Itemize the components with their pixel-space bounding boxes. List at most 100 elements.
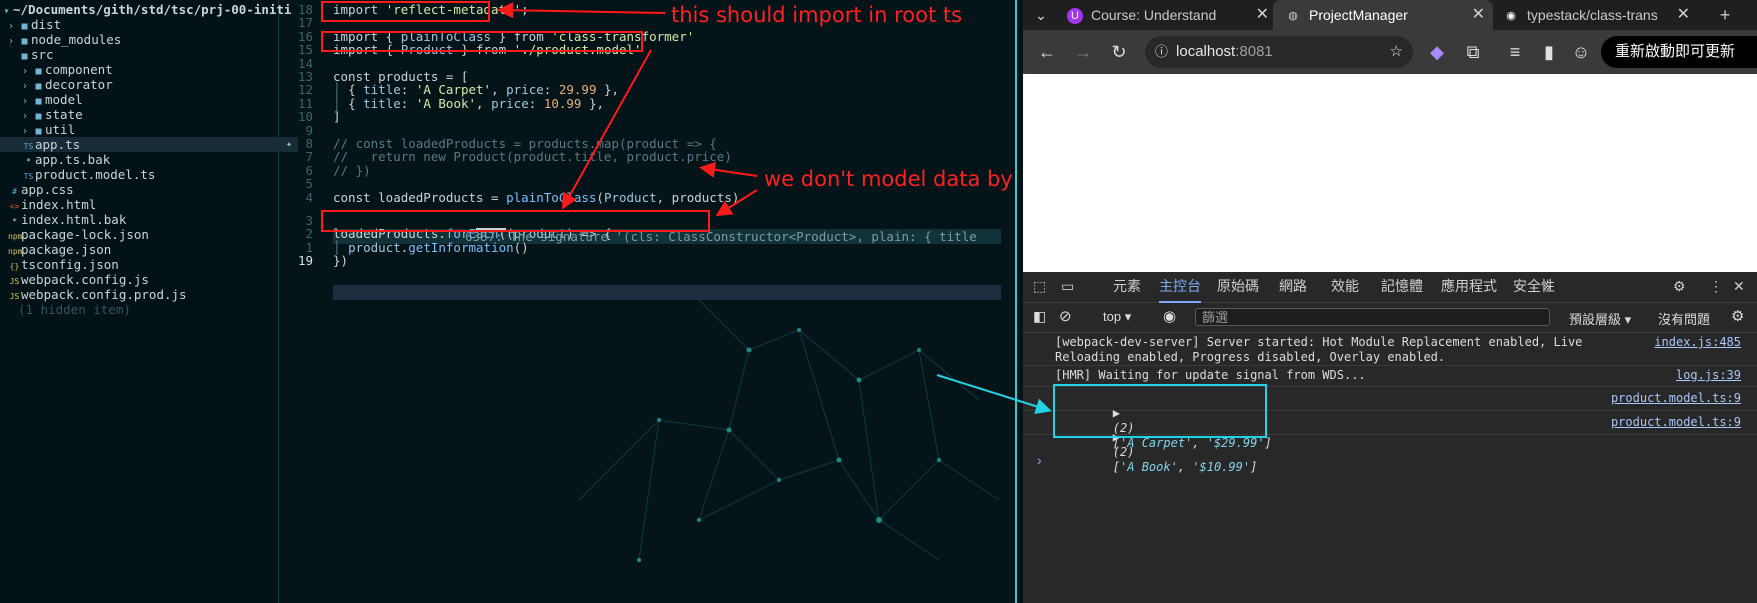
- console-settings-icon[interactable]: ⚙: [1731, 307, 1744, 325]
- issues-counter[interactable]: 沒有問題: [1658, 309, 1710, 328]
- tree-item[interactable]: <> index.html: [0, 197, 284, 212]
- globe-icon: ◍: [1288, 10, 1298, 23]
- tree-item-label: decorator: [45, 77, 113, 92]
- close-devtools-icon[interactable]: ✕: [1733, 272, 1745, 301]
- more-tabs-icon[interactable]: »: [1543, 272, 1551, 301]
- device-toolbar-icon[interactable]: ▭: [1061, 272, 1074, 301]
- sidebar-toggle-icon[interactable]: ◧: [1033, 308, 1046, 325]
- log-levels-dropdown[interactable]: 預設層級 ▾: [1569, 309, 1631, 328]
- console-toolbar: ◧ ⊘ top ▾ ◉ 篩選 預設層級 ▾ 沒有問題 ⚙: [1023, 302, 1757, 333]
- relaunch-update-button[interactable]: 重新啟動即可更新: [1601, 36, 1757, 68]
- code-editor[interactable]: 18 17 16 15 14 13 12 11 10 9 8 7 6 5 4 3 2 1 19 import 're…: [279, 0, 1159, 603]
- browser-toolbar: ← → ↻ ⓘ localhost:8081 ☆ ◆ ⧉ ≡ ▮ ☺ 重新啟動即可…: [1023, 30, 1757, 74]
- devtools-tab[interactable]: 記憶體: [1381, 272, 1423, 301]
- live-expression-eye-icon[interactable]: ◉: [1163, 307, 1176, 325]
- more-options-icon[interactable]: ⋮: [1709, 272, 1723, 301]
- close-icon[interactable]: ✕: [1677, 0, 1690, 30]
- devtools-tab-bar: ⬚ ▭ 元素 主控台 原始碼 網路 效能 記憶體 應用程式 安全性 » ⚙ ⋮ ✕: [1023, 272, 1757, 303]
- close-icon[interactable]: ✕: [1472, 0, 1485, 30]
- tree-item[interactable]: › ■ state: [0, 107, 298, 122]
- console-message: [webpack-dev-server] Server started: Hot…: [1023, 332, 1757, 366]
- arrow-to-loaded: [715, 189, 758, 217]
- context-selector[interactable]: top ▾: [1103, 309, 1131, 325]
- devtools-tab[interactable]: 元素: [1113, 272, 1141, 301]
- devtools-tab[interactable]: 原始碼: [1217, 272, 1259, 301]
- clear-console-icon[interactable]: ⊘: [1059, 307, 1072, 325]
- address-bar[interactable]: ⓘ localhost:8081 ☆: [1145, 36, 1413, 68]
- tree-item-label: (1 hidden item): [18, 302, 131, 317]
- tree-item[interactable]: # app.css: [0, 182, 284, 197]
- console-filter-input[interactable]: 篩選: [1195, 308, 1550, 326]
- tab-search-button[interactable]: ⌄: [1029, 0, 1053, 30]
- page-viewport[interactable]: [1023, 74, 1757, 272]
- tree-item[interactable]: npmpackage-lock.json: [0, 227, 284, 242]
- tree-item[interactable]: {} tsconfig.json: [0, 257, 284, 272]
- back-icon[interactable]: ←: [1033, 38, 1061, 66]
- annotation-cyan-box: [1053, 384, 1267, 438]
- tree-item[interactable]: JS webpack.config.js: [0, 272, 284, 287]
- tree-item[interactable]: › ■ component: [0, 62, 298, 77]
- source-link[interactable]: product.model.ts:9: [1611, 391, 1741, 406]
- tree-item[interactable]: › ■ model: [0, 92, 298, 107]
- arrow-to-comment: [699, 161, 758, 178]
- tree-item[interactable]: * app.ts.bak: [0, 152, 298, 167]
- tree-item[interactable]: › ■ dist: [0, 17, 284, 32]
- devtools-tab[interactable]: 效能: [1331, 272, 1359, 301]
- tree-root-path[interactable]: ▾ ~/Documents/gith/std/tsc/prj-00-initi: [0, 2, 291, 17]
- tree-item-label: node_modules: [31, 32, 122, 47]
- devtools-tab[interactable]: 網路: [1279, 272, 1307, 301]
- devtools-tab[interactable]: 應用程式: [1441, 272, 1497, 301]
- tab-course[interactable]: U Course: Understand ✕: [1067, 0, 1277, 30]
- udemy-icon: U: [1067, 8, 1083, 25]
- github-icon: ◉: [1506, 10, 1516, 23]
- tree-item[interactable]: › ■ node_modules: [0, 32, 284, 47]
- extensions-puzzle-icon[interactable]: ⧉: [1459, 38, 1487, 66]
- tree-item[interactable]: npmpackage.json: [0, 242, 284, 257]
- annotation-cyan-arrow: [936, 374, 1052, 415]
- devtools-tab[interactable]: 主控台: [1159, 272, 1201, 303]
- tab-github[interactable]: ◉ typestack/class-trans ✕: [1503, 0, 1698, 30]
- inspect-element-icon[interactable]: ⬚: [1033, 272, 1046, 301]
- file-tree-panel: ▾ ~/Documents/gith/std/tsc/prj-00-initi ›…: [0, 0, 298, 603]
- extension-icon[interactable]: ◆: [1423, 38, 1451, 66]
- forward-icon[interactable]: →: [1069, 38, 1097, 66]
- tree-item-label: product.model.ts: [35, 167, 156, 182]
- tree-item-label: app.ts.bak: [35, 152, 111, 167]
- source-link[interactable]: product.model.ts:9: [1611, 415, 1741, 430]
- tab-projectmanager[interactable]: ◍ ProjectManager ✕: [1273, 0, 1493, 30]
- browser-window: ⌄ U Course: Understand ✕ ◍ ProjectManager …: [1023, 0, 1757, 603]
- settings-gear-icon[interactable]: ⚙: [1673, 272, 1686, 301]
- source-link[interactable]: log.js:39: [1676, 368, 1741, 383]
- site-info-icon[interactable]: ⓘ: [1155, 44, 1168, 59]
- tree-item-label: webpack.config.prod.js: [21, 287, 187, 302]
- tree-item[interactable]: * index.html.bak: [0, 212, 284, 227]
- tree-item[interactable]: JS webpack.config.prod.js: [0, 287, 284, 302]
- tree-item-label: webpack.config.js: [21, 272, 149, 287]
- tree-item-label: tsconfig.json: [21, 257, 119, 272]
- source-link[interactable]: index.js:485: [1654, 335, 1741, 350]
- tree-item-label: package-lock.json: [21, 227, 149, 242]
- tree-item-label: package.json: [21, 242, 112, 257]
- tree-item-label: app.ts: [35, 137, 81, 152]
- tree-item-label: state: [45, 107, 83, 122]
- reading-list-icon[interactable]: ≡: [1501, 38, 1529, 66]
- tree-item[interactable]: TS app.ts ✦: [0, 137, 298, 152]
- side-panel-icon[interactable]: ▮: [1535, 38, 1563, 66]
- profile-avatar[interactable]: ☺: [1567, 38, 1595, 66]
- tree-item[interactable]: › ■ util: [0, 122, 298, 137]
- close-icon[interactable]: ✕: [1256, 0, 1269, 30]
- console-prompt[interactable]: ›: [1037, 452, 1042, 468]
- tree-item-label: model: [45, 92, 83, 107]
- reload-icon[interactable]: ↻: [1105, 38, 1133, 66]
- bookmark-star-icon[interactable]: ☆: [1390, 36, 1403, 68]
- tree-item[interactable]: TS product.model.ts: [0, 167, 298, 182]
- url-port: :8081: [1235, 43, 1273, 60]
- tree-item[interactable]: ■ src: [0, 47, 284, 62]
- annotation-arrows: [497, 2, 758, 217]
- tree-hidden-hint: (1 hidden item): [0, 302, 294, 317]
- tree-item-label: component: [45, 62, 113, 77]
- tree-item[interactable]: › ■ decorator: [0, 77, 298, 92]
- devtools-panel: ⬚ ▭ 元素 主控台 原始碼 網路 效能 記憶體 應用程式 安全性 » ⚙ ⋮ ✕ ◧ ⊘ t…: [1023, 272, 1757, 603]
- new-tab-button[interactable]: +: [1713, 0, 1737, 30]
- arrow-to-plaintoclass: [562, 49, 652, 210]
